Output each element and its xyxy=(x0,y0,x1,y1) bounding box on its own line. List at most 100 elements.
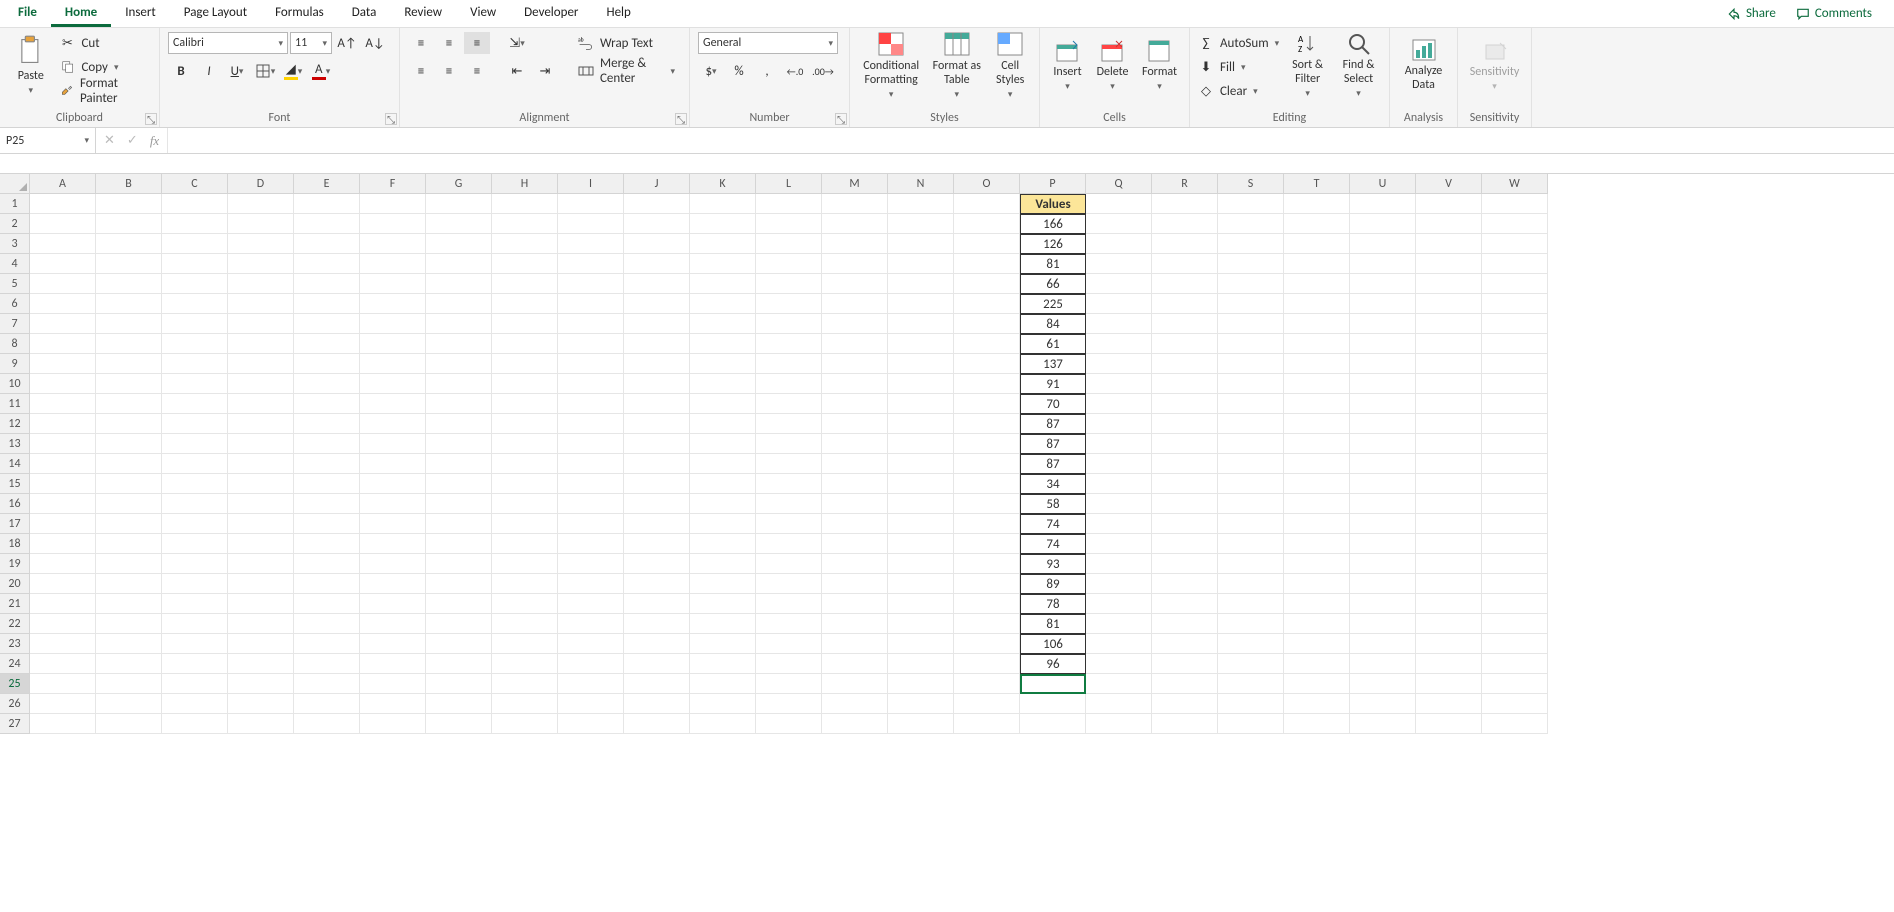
tab-view[interactable]: View xyxy=(456,1,510,27)
cell[interactable] xyxy=(360,534,426,554)
cell[interactable] xyxy=(162,594,228,614)
cell[interactable]: 137 xyxy=(1020,354,1086,374)
cell[interactable] xyxy=(30,254,96,274)
cell[interactable] xyxy=(1218,354,1284,374)
cell[interactable] xyxy=(492,694,558,714)
cell[interactable] xyxy=(294,294,360,314)
cell[interactable] xyxy=(888,494,954,514)
cell[interactable] xyxy=(492,274,558,294)
sort-filter-button[interactable]: AZ Sort & Filter▾ xyxy=(1285,32,1330,98)
cell[interactable] xyxy=(756,494,822,514)
cell[interactable] xyxy=(492,414,558,434)
cell[interactable] xyxy=(558,654,624,674)
cell[interactable] xyxy=(1416,694,1482,714)
cell[interactable] xyxy=(888,514,954,534)
row-header[interactable]: 27 xyxy=(0,714,30,734)
cell[interactable] xyxy=(294,454,360,474)
cell[interactable] xyxy=(96,294,162,314)
cell[interactable]: 91 xyxy=(1020,374,1086,394)
cell[interactable] xyxy=(954,454,1020,474)
cell[interactable] xyxy=(1482,674,1548,694)
cell[interactable] xyxy=(228,574,294,594)
cell[interactable] xyxy=(1482,514,1548,534)
delete-cells-button[interactable]: Delete▾ xyxy=(1093,32,1132,98)
cell[interactable] xyxy=(558,334,624,354)
cell[interactable] xyxy=(1416,494,1482,514)
cell[interactable] xyxy=(888,714,954,734)
cell[interactable] xyxy=(558,434,624,454)
cell[interactable] xyxy=(1152,654,1218,674)
cell[interactable] xyxy=(690,494,756,514)
cell[interactable] xyxy=(492,714,558,734)
cell[interactable] xyxy=(1086,394,1152,414)
column-header[interactable]: E xyxy=(294,174,360,194)
cell[interactable] xyxy=(426,454,492,474)
cell[interactable] xyxy=(96,694,162,714)
cell[interactable] xyxy=(1416,274,1482,294)
cell[interactable]: 66 xyxy=(1020,274,1086,294)
cell[interactable] xyxy=(1218,574,1284,594)
cell[interactable] xyxy=(1482,374,1548,394)
cell[interactable] xyxy=(1416,414,1482,434)
cell[interactable] xyxy=(30,554,96,574)
cell[interactable] xyxy=(624,254,690,274)
cell[interactable] xyxy=(360,514,426,534)
cell[interactable] xyxy=(1416,234,1482,254)
cell[interactable] xyxy=(30,234,96,254)
cell[interactable] xyxy=(96,594,162,614)
cell[interactable] xyxy=(624,374,690,394)
column-header[interactable]: Q xyxy=(1086,174,1152,194)
cell[interactable] xyxy=(30,214,96,234)
cell[interactable] xyxy=(756,454,822,474)
select-all-button[interactable] xyxy=(0,174,30,194)
cell[interactable] xyxy=(822,354,888,374)
cell[interactable] xyxy=(162,674,228,694)
cell[interactable] xyxy=(360,654,426,674)
cell-styles-button[interactable]: Cell Styles▾ xyxy=(989,32,1031,98)
copy-button[interactable]: Copy ▾ xyxy=(60,56,152,78)
cell[interactable]: 81 xyxy=(1020,254,1086,274)
cell[interactable] xyxy=(96,654,162,674)
cell[interactable] xyxy=(558,454,624,474)
cell[interactable] xyxy=(228,454,294,474)
number-format-select[interactable]: General ▾ xyxy=(698,32,838,54)
cell[interactable] xyxy=(822,454,888,474)
cell[interactable] xyxy=(1218,654,1284,674)
cell[interactable] xyxy=(1218,314,1284,334)
column-header[interactable]: O xyxy=(954,174,1020,194)
cell[interactable] xyxy=(558,214,624,234)
cell[interactable] xyxy=(426,394,492,414)
cell[interactable] xyxy=(624,454,690,474)
cell[interactable] xyxy=(1416,594,1482,614)
cell[interactable] xyxy=(1482,234,1548,254)
cell[interactable]: 78 xyxy=(1020,594,1086,614)
cell[interactable] xyxy=(96,214,162,234)
cell[interactable] xyxy=(426,334,492,354)
cell[interactable] xyxy=(1350,294,1416,314)
cell[interactable] xyxy=(690,414,756,434)
cell[interactable] xyxy=(426,614,492,634)
cell[interactable] xyxy=(690,454,756,474)
cell[interactable] xyxy=(228,434,294,454)
decrease-decimal-button[interactable]: .00→ xyxy=(810,60,836,82)
cell[interactable] xyxy=(1416,574,1482,594)
cell[interactable] xyxy=(1218,254,1284,274)
cell[interactable] xyxy=(228,634,294,654)
cell[interactable]: 70 xyxy=(1020,394,1086,414)
cell[interactable] xyxy=(426,594,492,614)
cell[interactable]: 126 xyxy=(1020,234,1086,254)
cell[interactable] xyxy=(756,334,822,354)
cell[interactable] xyxy=(228,314,294,334)
cell[interactable] xyxy=(294,334,360,354)
cell[interactable] xyxy=(1152,494,1218,514)
cell[interactable] xyxy=(360,294,426,314)
cell[interactable] xyxy=(1350,474,1416,494)
cell[interactable] xyxy=(822,414,888,434)
cell[interactable] xyxy=(1284,694,1350,714)
cell[interactable] xyxy=(822,234,888,254)
cell[interactable] xyxy=(294,194,360,214)
cell[interactable] xyxy=(1086,214,1152,234)
cell[interactable] xyxy=(1350,674,1416,694)
cell[interactable]: 87 xyxy=(1020,434,1086,454)
cell[interactable] xyxy=(360,714,426,734)
